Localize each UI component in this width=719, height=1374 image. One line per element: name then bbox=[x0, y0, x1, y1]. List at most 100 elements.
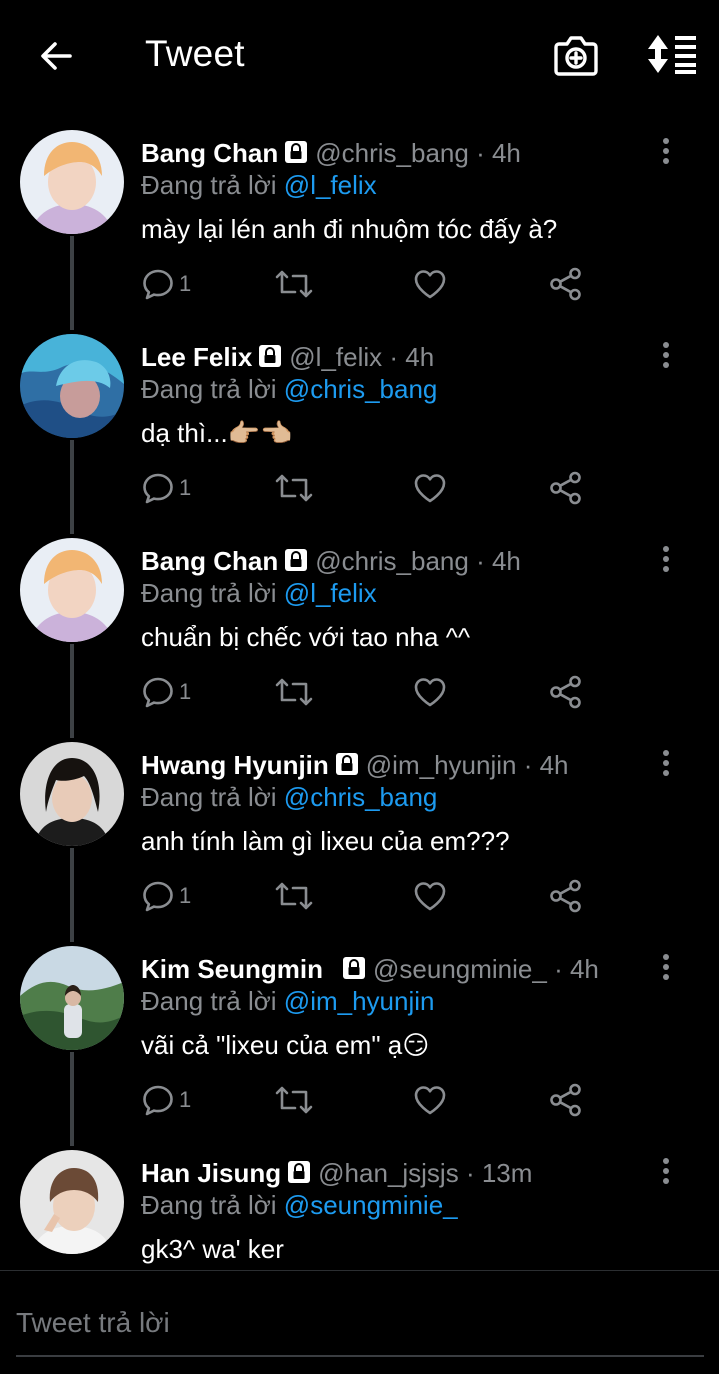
timestamp: · 4h bbox=[389, 342, 435, 372]
tweet-text: anh tính làm gì lixeu của em??? bbox=[141, 826, 510, 856]
replying-to: Đang trả lời @seungminie_ bbox=[141, 1188, 458, 1222]
reply-count: 1 bbox=[179, 1087, 192, 1112]
reply-button[interactable]: 1 bbox=[141, 267, 201, 305]
reply-icon bbox=[143, 677, 173, 708]
user-handle[interactable]: @im_hyunjin bbox=[366, 750, 517, 780]
replying-to: Đang trả lời @l_felix bbox=[141, 576, 377, 610]
display-name[interactable]: Bang Chan bbox=[141, 138, 278, 168]
user-handle[interactable]: @chris_bang bbox=[315, 138, 469, 168]
more-options-icon[interactable] bbox=[654, 340, 678, 372]
display-name[interactable]: Lee Felix bbox=[141, 342, 252, 372]
more-options-icon[interactable] bbox=[654, 1156, 678, 1188]
reply-button[interactable]: 1 bbox=[141, 1083, 201, 1121]
retweet-icon bbox=[275, 1086, 313, 1114]
page-title: Tweet bbox=[145, 33, 245, 74]
share-button[interactable] bbox=[549, 471, 583, 509]
heart-icon bbox=[414, 1086, 446, 1115]
avatar[interactable] bbox=[20, 1150, 124, 1254]
mention-link[interactable]: @l_felix bbox=[284, 170, 377, 200]
back-arrow-icon[interactable] bbox=[36, 36, 76, 76]
avatar[interactable] bbox=[20, 742, 124, 846]
retweet-icon bbox=[275, 270, 313, 298]
reply-count: 1 bbox=[179, 475, 192, 500]
share-icon bbox=[550, 1083, 581, 1117]
share-icon bbox=[550, 267, 581, 301]
mention-link[interactable]: @im_hyunjin bbox=[284, 986, 435, 1016]
mention-link[interactable]: @chris_bang bbox=[284, 782, 438, 812]
user-handle[interactable]: @l_felix bbox=[289, 342, 382, 372]
reply-button[interactable]: 1 bbox=[141, 675, 201, 713]
timestamp: · 4h bbox=[476, 546, 521, 576]
mention-link[interactable]: @seungminie_ bbox=[284, 1190, 458, 1220]
like-button[interactable] bbox=[413, 471, 447, 509]
camera-plus-icon[interactable] bbox=[553, 33, 599, 77]
reply-count: 1 bbox=[179, 883, 192, 908]
replying-label: Đang trả lời bbox=[141, 578, 277, 608]
mention-link[interactable]: @l_felix bbox=[284, 578, 377, 608]
share-button[interactable] bbox=[549, 675, 583, 713]
user-handle[interactable]: @seungminie_ bbox=[373, 954, 547, 984]
replying-to: Đang trả lời @chris_bang bbox=[141, 780, 437, 814]
avatar[interactable] bbox=[20, 538, 124, 642]
more-options-icon[interactable] bbox=[654, 748, 678, 780]
more-options-icon[interactable] bbox=[654, 952, 678, 984]
display-name[interactable]: Hwang Hyunjin bbox=[141, 750, 329, 780]
more-options-icon[interactable] bbox=[654, 544, 678, 576]
like-button[interactable] bbox=[413, 1083, 447, 1121]
retweet-icon bbox=[275, 474, 313, 502]
share-button[interactable] bbox=[549, 267, 583, 305]
retweet-button[interactable] bbox=[275, 471, 313, 509]
tweet-item[interactable]: Han Jisung @han_jsjsjs · 13m Đang trả lời… bbox=[0, 1132, 719, 1272]
share-button[interactable] bbox=[549, 1083, 583, 1121]
avatar[interactable] bbox=[20, 946, 124, 1050]
mention-link[interactable]: @chris_bang bbox=[284, 374, 438, 404]
avatar[interactable] bbox=[20, 334, 124, 438]
tweet-item[interactable]: Bang Chan @chris_bang · 4h Đang trả lời @… bbox=[0, 112, 719, 330]
like-button[interactable] bbox=[413, 267, 447, 305]
reply-icon bbox=[143, 1085, 173, 1116]
display-name[interactable]: Han Jisung bbox=[141, 1158, 281, 1188]
timestamp: · 13m bbox=[465, 1158, 533, 1188]
heart-icon bbox=[414, 882, 446, 911]
retweet-button[interactable] bbox=[275, 1083, 313, 1121]
retweet-button[interactable] bbox=[275, 879, 313, 917]
tweet-actions: 1 bbox=[0, 675, 719, 713]
more-options-icon[interactable] bbox=[654, 136, 678, 168]
reply-icon bbox=[143, 881, 173, 912]
replying-label: Đang trả lời bbox=[141, 986, 277, 1016]
tweet-text: chuẩn bị chếc với tao nha ^^ bbox=[141, 622, 471, 652]
like-button[interactable] bbox=[413, 675, 447, 713]
reply-button[interactable]: 1 bbox=[141, 471, 201, 509]
user-handle[interactable]: @han_jsjsjs bbox=[318, 1158, 459, 1188]
avatar[interactable] bbox=[20, 130, 124, 234]
tweet-actions: 1 bbox=[0, 879, 719, 917]
tweet-header: Bang Chan @chris_bang · 4h bbox=[141, 544, 641, 578]
retweet-button[interactable] bbox=[275, 675, 313, 713]
tweet-item[interactable]: Bang Chan @chris_bang · 4h Đang trả lời @… bbox=[0, 520, 719, 738]
like-button[interactable] bbox=[413, 879, 447, 917]
tweet-header: Kim Seungmin @seungminie_ · 4h bbox=[141, 952, 641, 986]
display-name[interactable]: Kim Seungmin bbox=[141, 954, 323, 984]
tweet-actions: 1 bbox=[0, 1083, 719, 1121]
replying-label: Đang trả lời bbox=[141, 374, 277, 404]
reply-icon bbox=[143, 473, 173, 504]
tweet-item[interactable]: Hwang Hyunjin @im_hyunjin · 4h Đang trả l… bbox=[0, 724, 719, 942]
display-name[interactable]: Bang Chan bbox=[141, 546, 278, 576]
tweet-header: Han Jisung @han_jsjsjs · 13m bbox=[141, 1156, 641, 1190]
share-icon bbox=[550, 471, 581, 505]
replying-to: Đang trả lời @chris_bang bbox=[141, 372, 437, 406]
reply-button[interactable]: 1 bbox=[141, 879, 201, 917]
reply-input[interactable] bbox=[16, 1291, 704, 1357]
retweet-icon bbox=[275, 882, 313, 910]
sort-icon[interactable] bbox=[645, 33, 699, 75]
reply-thread: Bang Chan @chris_bang · 4h Đang trả lời @… bbox=[0, 112, 719, 1272]
retweet-button[interactable] bbox=[275, 267, 313, 305]
tweet-item[interactable]: Kim Seungmin @seungminie_ · 4h Đang trả l… bbox=[0, 928, 719, 1146]
tweet-item[interactable]: Lee Felix @l_felix · 4h Đang trả lời @chr… bbox=[0, 316, 719, 534]
user-handle[interactable]: @chris_bang bbox=[315, 546, 469, 576]
heart-icon bbox=[414, 678, 446, 707]
tweet-text: mày lại lén anh đi nhuộm tóc đấy à? bbox=[141, 214, 558, 244]
replying-label: Đang trả lời bbox=[141, 170, 277, 200]
replying-label: Đang trả lời bbox=[141, 1190, 277, 1220]
share-button[interactable] bbox=[549, 879, 583, 917]
